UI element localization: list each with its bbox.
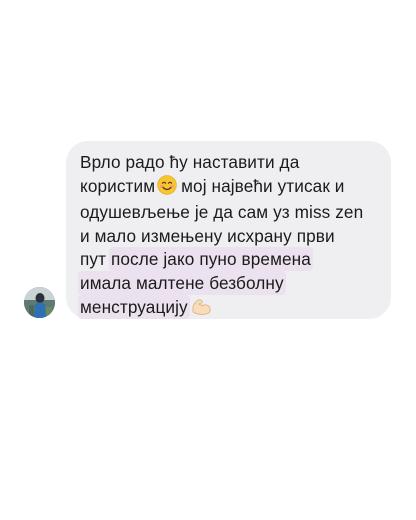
message-segment: пут	[80, 249, 107, 270]
message-line: одушевљење је да сам уз miss zen	[80, 202, 364, 223]
message-segment: користим	[80, 175, 156, 196]
highlighted-text: после јако пуно времена	[110, 249, 311, 270]
message-line: менструацију	[80, 296, 377, 323]
sender-avatar[interactable]	[24, 287, 55, 318]
message-bubble[interactable]: Врло радо ћу наставити да користим мој н…	[66, 141, 391, 319]
smiling-face-emoji	[157, 174, 177, 202]
highlighted-text: имала малтене безболну	[80, 272, 284, 293]
highlighted-text: менструацију	[80, 296, 188, 317]
avatar-photo	[24, 287, 55, 318]
message-text: Врло радо ћу наставити да користим мој н…	[80, 151, 377, 322]
message-segment: мој највећи утисак и	[181, 175, 345, 196]
message-line: имала малтене безболну	[80, 272, 377, 296]
message-line: и мало измењену исхрану први	[80, 225, 335, 246]
message-line: пут после јако пуно времена	[80, 248, 377, 272]
flexed-biceps-emoji	[190, 296, 212, 323]
message-line: Врло радо ћу наставити да	[80, 152, 300, 172]
message-line: користим мој највећи утисак и	[80, 174, 377, 202]
